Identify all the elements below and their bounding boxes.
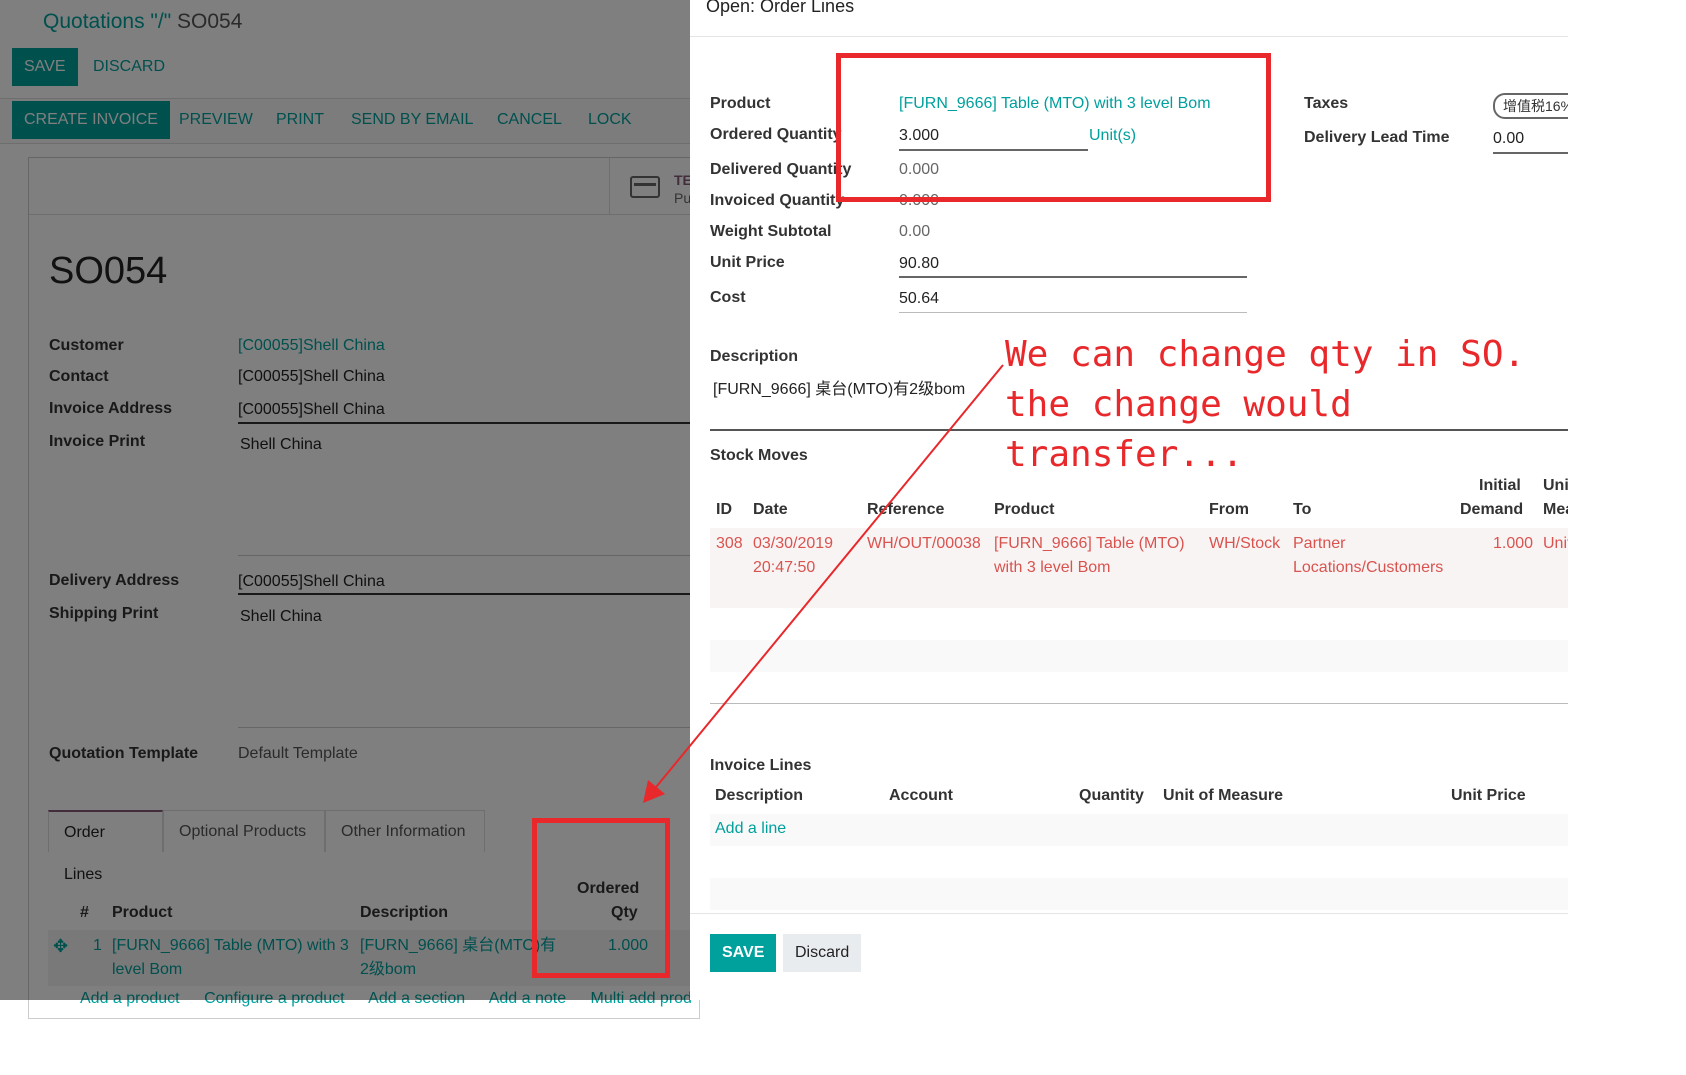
annotation-arrow: [643, 364, 1004, 803]
arrow-head-icon: [643, 780, 665, 803]
arrow-line: [651, 364, 1004, 793]
